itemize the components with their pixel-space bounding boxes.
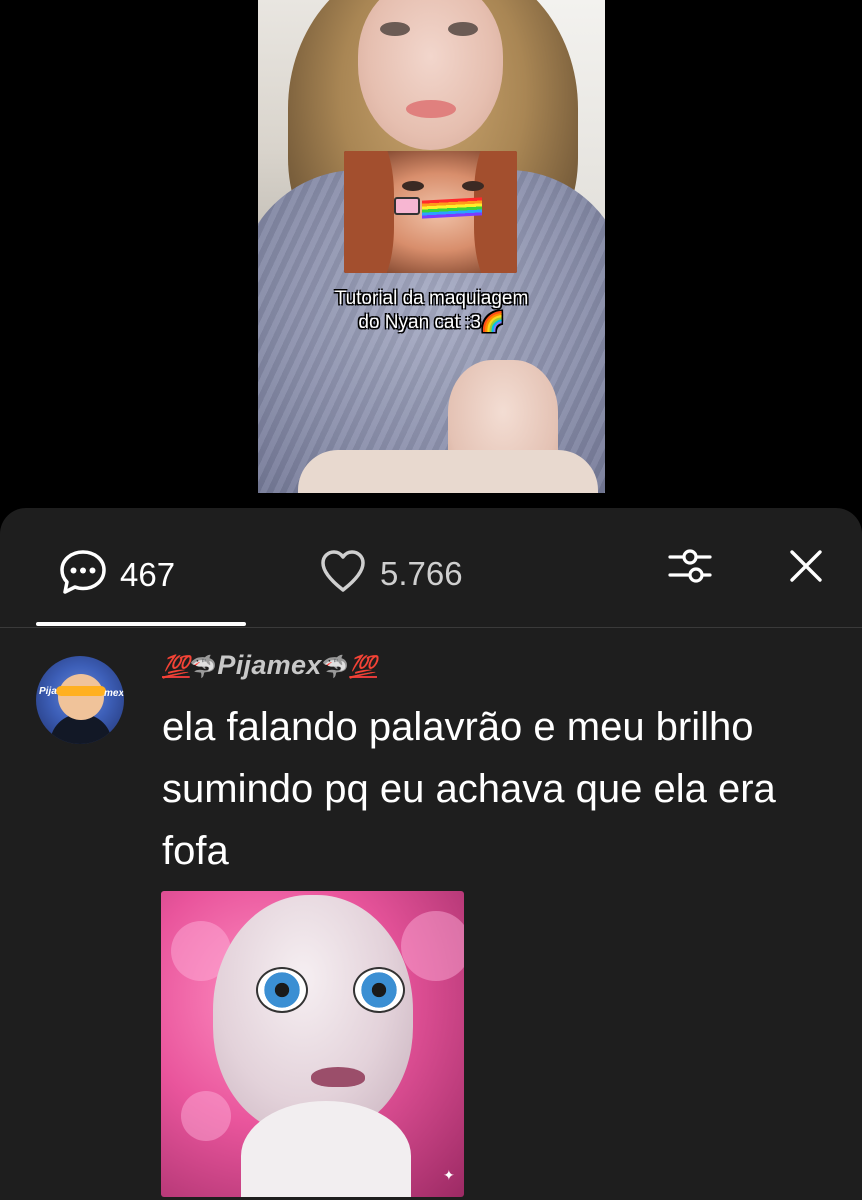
heart-icon (318, 548, 368, 599)
filter-sliders-icon (666, 544, 714, 593)
active-tab-indicator (36, 622, 246, 626)
comments-header: 467 5.766 (0, 508, 862, 628)
comments-sheet: 467 5.766 Pija mex 💯🦈Pijamex🦈💯 ela falan… (0, 508, 862, 1200)
comment-username[interactable]: 💯🦈Pijamex🦈💯 (162, 648, 377, 684)
close-icon (786, 546, 826, 591)
video-lips (406, 100, 456, 118)
sticker-mouth (311, 1067, 365, 1087)
video-lap (298, 450, 598, 493)
shark-emoji-icon: 🦈 (189, 654, 218, 679)
video-eye-left (380, 22, 410, 36)
video-caption: Tutorial da maquiagem do Nyan cat :3🌈 (258, 287, 605, 335)
filter-button[interactable] (666, 544, 714, 592)
comments-count: 467 (120, 555, 176, 593)
header-divider (0, 627, 862, 628)
nyan-cat-icon (394, 197, 420, 215)
likes-tab[interactable]: 5.766 (318, 548, 463, 599)
avatar-text-left: Pija (39, 686, 57, 697)
close-button[interactable] (782, 544, 830, 592)
hundred-emoji-icon: 💯 (349, 654, 377, 679)
video-inset-image (344, 151, 517, 273)
inset-eye-right (462, 181, 484, 191)
sticker-eye-left (256, 967, 308, 1013)
sticker-eye-right (353, 967, 405, 1013)
comment-sticker-image[interactable]: ✦ (161, 891, 464, 1197)
rainbow-emoji-icon: 🌈 (480, 312, 505, 333)
sparkle-icon: ✦ (443, 1167, 455, 1183)
inset-eye-left (402, 181, 424, 191)
avatar-text-right: mex (104, 688, 124, 699)
caption-line-2-wrap: do Nyan cat :3🌈 (258, 311, 605, 335)
username-text: Pijamex (217, 650, 322, 680)
nyan-rainbow (422, 197, 482, 219)
sticker-creature (213, 895, 413, 1135)
caption-line-2: do Nyan cat :3 (358, 312, 481, 333)
likes-count: 5.766 (380, 554, 463, 592)
sticker-bokeh (401, 911, 464, 981)
comment-text: ela falando palavrão e meu brilho sumind… (162, 705, 776, 873)
shark-emoji-icon: 🦈 (321, 654, 350, 679)
avatar[interactable]: Pija mex (36, 656, 124, 744)
comment-bubble-icon (58, 548, 108, 601)
avatar-glasses (56, 686, 106, 696)
video-eye-right (448, 22, 478, 36)
hundred-emoji-icon: 💯 (162, 654, 190, 679)
comments-tab[interactable]: 467 (58, 548, 175, 601)
sticker-bokeh (181, 1091, 231, 1141)
video-player[interactable]: Tutorial da maquiagem do Nyan cat :3🌈 (258, 0, 605, 493)
caption-line-1: Tutorial da maquiagem (334, 288, 529, 309)
sticker-scarf (241, 1101, 411, 1197)
screen: Tutorial da maquiagem do Nyan cat :3🌈 46… (0, 0, 862, 1200)
inset-hair-left (344, 151, 394, 273)
avatar-face (58, 674, 104, 720)
